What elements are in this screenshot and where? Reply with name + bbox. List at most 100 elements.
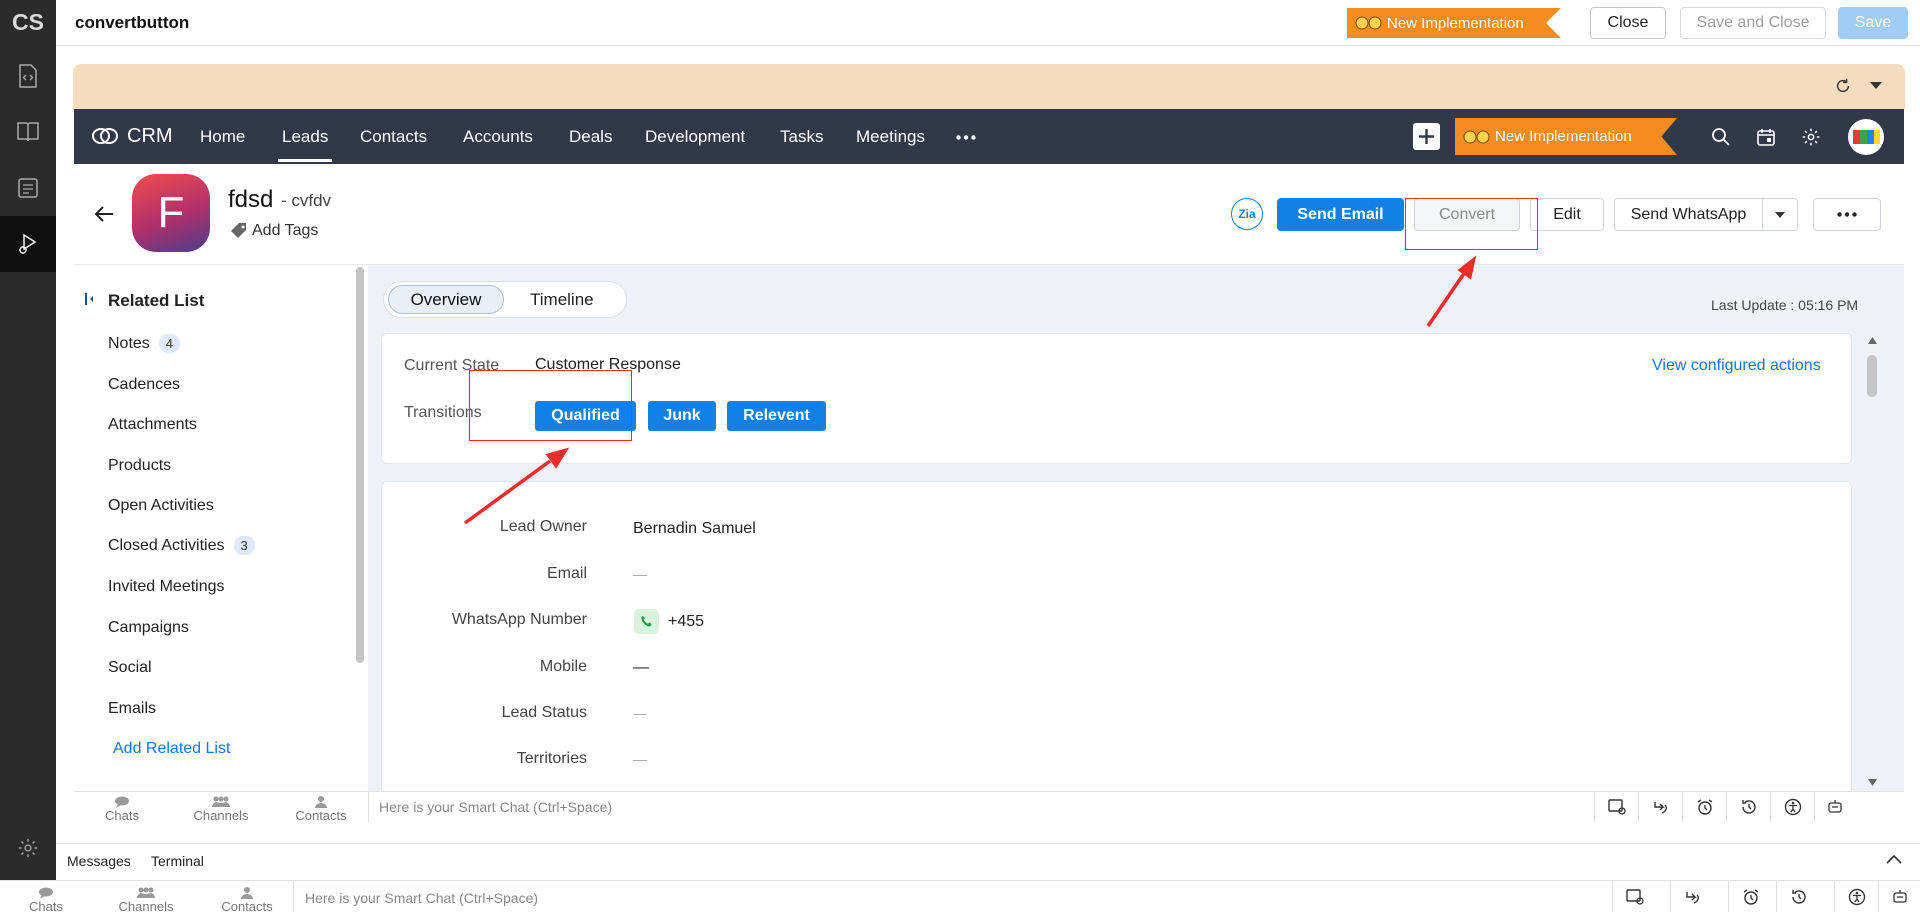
- nav-accounts[interactable]: Accounts: [463, 127, 533, 147]
- transition-relevent-button[interactable]: Relevent: [727, 401, 826, 431]
- inner-screen-share-icon[interactable]: [1594, 792, 1638, 822]
- inner-channels-label: Channels: [193, 808, 249, 823]
- related-item-attachments[interactable]: Attachments: [108, 416, 197, 434]
- lead-status-label: Lead Status: [501, 704, 587, 721]
- related-item-closed-activities[interactable]: Closed Activities 3: [108, 536, 255, 555]
- crm-navbar: CRM Home Leads Contacts Accounts Deals D…: [74, 109, 1904, 164]
- tab-timeline[interactable]: Timeline: [530, 290, 594, 310]
- main-scrollbar[interactable]: [1864, 333, 1880, 791]
- calendar-icon[interactable]: [1756, 127, 1776, 147]
- inner-smart-chat-input[interactable]: Here is your Smart Chat (Ctrl+Space): [379, 799, 612, 815]
- related-item-emails[interactable]: Emails: [108, 700, 156, 718]
- nav-tasks[interactable]: Tasks: [780, 127, 823, 147]
- nav-contacts[interactable]: Contacts: [360, 127, 427, 147]
- related-item-open-activities[interactable]: Open Activities: [108, 497, 214, 515]
- outer-accessibility-icon[interactable]: [1834, 881, 1878, 912]
- new-implementation-tag[interactable]: New Implementation: [1347, 8, 1561, 38]
- crm-logo-icon: [92, 128, 118, 144]
- book-icon[interactable]: [0, 104, 56, 160]
- nav-home[interactable]: Home: [200, 127, 245, 147]
- more-nav-icon[interactable]: [956, 135, 976, 140]
- messages-tab[interactable]: Messages: [67, 853, 131, 869]
- more-actions-button[interactable]: [1813, 198, 1881, 231]
- tab-overview[interactable]: Overview: [388, 285, 504, 314]
- outer-history-icon[interactable]: [1776, 881, 1820, 912]
- edit-button[interactable]: Edit: [1530, 198, 1604, 231]
- outer-smart-chat-input[interactable]: Here is your Smart Chat (Ctrl+Space): [305, 890, 538, 906]
- add-related-list-link[interactable]: Add Related List: [113, 740, 230, 758]
- inner-history-icon[interactable]: [1726, 792, 1770, 822]
- close-button[interactable]: Close: [1590, 7, 1666, 39]
- scroll-up-icon[interactable]: [1868, 337, 1877, 344]
- new-implementation-label: New Implementation: [1387, 14, 1524, 32]
- chevron-up-icon[interactable]: [1886, 854, 1902, 864]
- related-item-invited-meetings[interactable]: Invited Meetings: [108, 578, 225, 596]
- send-whatsapp-button[interactable]: Send WhatsApp: [1615, 199, 1763, 230]
- back-arrow-icon[interactable]: [94, 205, 114, 223]
- zia-button[interactable]: Zia: [1231, 198, 1263, 230]
- chat-divider: [368, 792, 369, 822]
- nav-deals[interactable]: Deals: [569, 127, 612, 147]
- document-list-icon[interactable]: [0, 160, 56, 216]
- outer-reply-icon[interactable]: [1670, 881, 1714, 912]
- scroll-down-icon[interactable]: [1868, 779, 1877, 786]
- debug-play-icon[interactable]: [0, 216, 56, 272]
- related-list-scrollbar[interactable]: [356, 267, 364, 663]
- outer-chat-bot-icon[interactable]: [1878, 881, 1920, 912]
- code-file-icon[interactable]: [0, 48, 56, 104]
- related-item-social[interactable]: Social: [108, 659, 152, 677]
- send-email-button[interactable]: Send Email: [1277, 198, 1404, 231]
- whatsapp-phone-icon[interactable]: [634, 609, 659, 634]
- related-list-title: Related List: [108, 291, 205, 310]
- crm-settings-icon[interactable]: [1801, 127, 1821, 147]
- inner-chats-tab[interactable]: Chats: [82, 796, 162, 823]
- whatsapp-dropdown-button[interactable]: [1763, 199, 1797, 230]
- nav-meetings[interactable]: Meetings: [856, 127, 925, 147]
- user-avatar[interactable]: [1848, 119, 1884, 155]
- create-new-button[interactable]: [1413, 123, 1440, 150]
- outer-chats-tab[interactable]: Chats: [6, 887, 86, 912]
- search-icon[interactable]: [1711, 127, 1731, 147]
- outer-screen-share-icon[interactable]: [1612, 881, 1656, 912]
- outer-alarm-icon[interactable]: [1728, 881, 1772, 912]
- transition-junk-button[interactable]: Junk: [648, 401, 716, 431]
- whatsapp-number-value: +455: [668, 613, 705, 630]
- terminal-tab[interactable]: Terminal: [151, 853, 204, 869]
- related-item-notes[interactable]: Notes 4: [108, 334, 181, 353]
- related-item-campaigns[interactable]: Campaigns: [108, 619, 189, 637]
- chevron-down-icon[interactable]: [1870, 82, 1882, 90]
- related-item-label: Closed Activities: [108, 536, 225, 554]
- nav-leads[interactable]: Leads: [277, 127, 333, 162]
- top-bar: convertbutton New Implementation Close S…: [56, 0, 1920, 46]
- send-whatsapp-split-button: Send WhatsApp: [1614, 198, 1798, 231]
- outer-contacts-tab[interactable]: Contacts: [207, 887, 287, 912]
- outer-chats-icon: [39, 887, 53, 899]
- save-button[interactable]: Save: [1838, 7, 1908, 39]
- add-tags-label: Add Tags: [252, 222, 319, 239]
- inner-accessibility-icon[interactable]: [1770, 792, 1814, 822]
- email-value: —: [633, 566, 647, 582]
- save-and-close-button[interactable]: Save and Close: [1680, 7, 1826, 39]
- preview-toolbar: [73, 64, 1905, 110]
- refresh-icon[interactable]: [1834, 77, 1852, 95]
- view-configured-actions-link[interactable]: View configured actions: [1652, 357, 1821, 375]
- crm-new-implementation-tag[interactable]: New Implementation: [1455, 118, 1677, 155]
- last-update-text: Last Update : 05:16 PM: [1711, 297, 1859, 313]
- related-item-products[interactable]: Products: [108, 457, 171, 475]
- nav-development[interactable]: Development: [645, 127, 745, 147]
- left-rail: CS: [0, 0, 56, 880]
- inner-alarm-icon[interactable]: [1682, 792, 1726, 822]
- whatsapp-number-label: WhatsApp Number: [451, 611, 587, 628]
- settings-gear-icon[interactable]: [0, 820, 56, 876]
- inner-chat-bot-icon[interactable]: [1814, 792, 1854, 822]
- related-item-cadences[interactable]: Cadences: [108, 376, 180, 394]
- plus-icon: [1419, 129, 1434, 144]
- more-dots-icon: [1837, 212, 1857, 217]
- collapse-panel-icon[interactable]: [84, 292, 94, 306]
- main-scroll-thumb[interactable]: [1867, 355, 1877, 397]
- inner-reply-icon[interactable]: [1638, 792, 1682, 822]
- inner-channels-tab[interactable]: Channels: [181, 796, 261, 823]
- inner-contacts-tab[interactable]: Contacts: [281, 796, 361, 823]
- add-tags-link[interactable]: Add Tags: [229, 221, 318, 241]
- outer-channels-tab[interactable]: Channels: [106, 887, 186, 912]
